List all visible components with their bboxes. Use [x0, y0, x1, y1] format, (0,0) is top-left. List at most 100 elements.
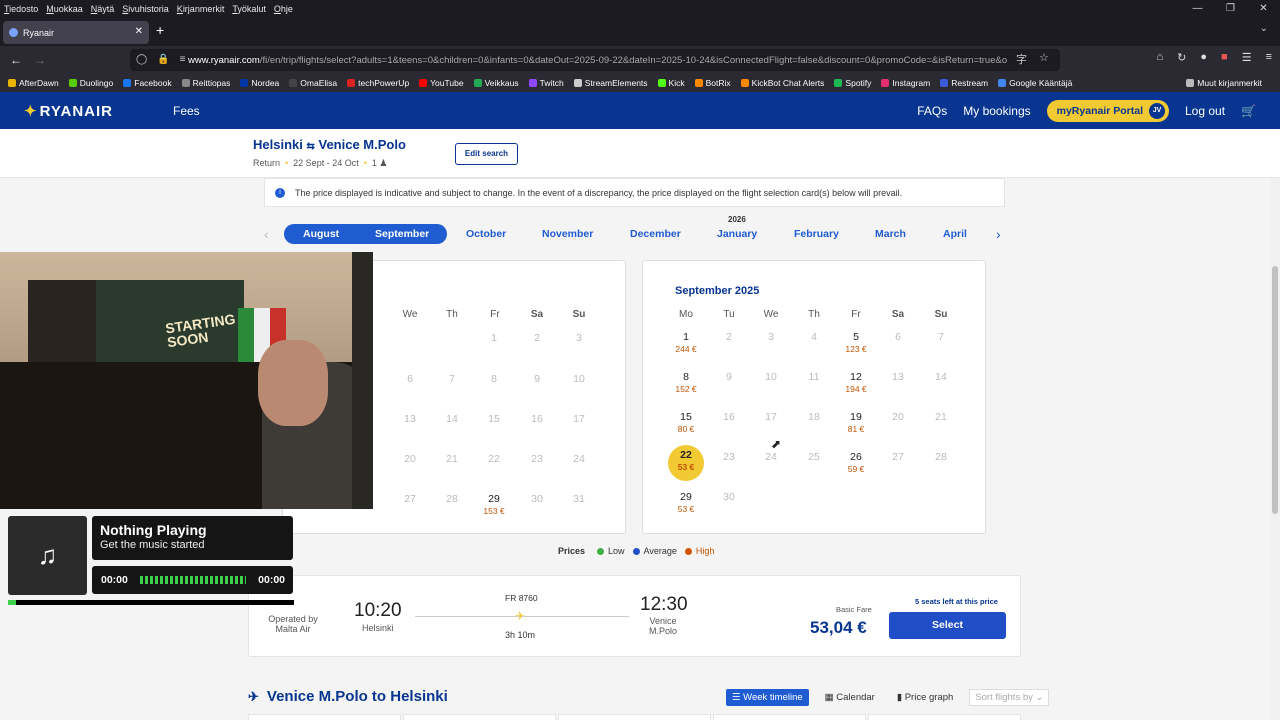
calendar-day[interactable]: 1 244 € [666, 331, 706, 354]
tab-ryanair[interactable]: Ryanair ✕ [3, 21, 149, 44]
bookmark-item[interactable]: Restream [940, 78, 988, 88]
tab-price-graph[interactable]: ▮ Price graph [891, 689, 959, 706]
month-april[interactable]: April [943, 228, 967, 240]
home-icon[interactable]: ⌂ [1157, 51, 1164, 64]
list-tabs-icon[interactable]: ⌄ [1260, 23, 1268, 34]
page-scrollbar[interactable] [1270, 178, 1280, 720]
forward-icon[interactable]: → [28, 53, 52, 67]
calendar-day: 17 [573, 413, 585, 425]
star-icon[interactable]: ☆ [1039, 51, 1049, 67]
url-path: /fi/en/trip/flights/select?adults=1&teen… [259, 54, 1008, 66]
restore-icon[interactable]: ❐ [1214, 0, 1247, 18]
month-november[interactable]: November [542, 228, 593, 240]
month-october[interactable]: October [466, 228, 506, 240]
my-bookings-link[interactable]: My bookings [963, 104, 1030, 118]
extension-icon[interactable]: ● [1200, 51, 1207, 64]
month-august[interactable]: August [303, 228, 339, 240]
menu-icon[interactable]: ≡ [1266, 51, 1272, 64]
calendar-day: 7 [938, 331, 944, 343]
shield-icon[interactable]: ◯ [136, 54, 147, 65]
calendar-day: 9 [534, 373, 540, 385]
bookmark-item[interactable]: Spotify [834, 78, 871, 88]
calendar-day[interactable]: 5 123 € [836, 331, 876, 354]
calendar-day[interactable]: 19 81 € [836, 411, 876, 434]
departure-time: 10:20 [354, 600, 402, 621]
menu-view[interactable]: Näytä [91, 4, 115, 14]
bookmark-item[interactable]: Kick [657, 78, 685, 88]
avatar: JV [1149, 103, 1165, 119]
music-note-icon: ♫ [8, 516, 87, 595]
bookmark-item[interactable]: StreamElements [573, 78, 648, 88]
fare-label: Basic Fare [836, 605, 872, 614]
bookmark-item[interactable]: Nordea [240, 78, 279, 88]
next-month-icon[interactable]: › [996, 226, 1001, 242]
sort-dropdown[interactable]: Sort flights by ⌄ [969, 689, 1050, 706]
bookmark-item[interactable]: Facebook [123, 78, 172, 88]
tab-week-timeline[interactable]: ☰ Week timeline [726, 689, 809, 706]
new-tab-icon[interactable]: + [156, 22, 164, 38]
tab-calendar[interactable]: ▦ Calendar [819, 689, 881, 706]
calendar-day[interactable]: 8 152 € [666, 371, 706, 394]
bookmark-item[interactable]: YouTube [419, 78, 464, 88]
menu-edit[interactable]: Muokkaa [46, 4, 83, 14]
bookmark-item[interactable]: BotRix [694, 78, 731, 88]
edit-search-button[interactable]: Edit search [455, 143, 518, 165]
fees-link[interactable]: Fees [173, 104, 200, 118]
reload-icon[interactable]: ↻ [1177, 51, 1186, 64]
bookmark-item[interactable]: Veikkaus [473, 78, 519, 88]
translate-icon[interactable]: 字 [1016, 51, 1027, 67]
extensions-icon[interactable]: ☰ [1242, 51, 1252, 64]
permissions-icon[interactable]: ≡ [180, 54, 186, 65]
adblock-icon[interactable]: ■ [1221, 51, 1228, 64]
average-dot-icon [632, 547, 640, 555]
month-december[interactable]: December [630, 228, 681, 240]
back-icon[interactable]: ← [4, 53, 28, 67]
trip-summary: Helsinki ⇆ Venice M.Polo Return • 22 Sept … [0, 129, 1280, 178]
calendar-title: September 2025 [675, 285, 760, 297]
flight-card[interactable]: Operated by Malta Air 10:20 Helsinki FR 8… [248, 575, 1021, 657]
close-tab-icon[interactable]: ✕ [135, 26, 143, 37]
bookmark-item[interactable]: Reittiopas [181, 78, 230, 88]
selected-day[interactable]: 22 53 € [668, 445, 704, 481]
calendar-day[interactable]: 29 53 € [666, 491, 706, 514]
calendar-day: 13 [892, 371, 904, 383]
select-flight-button[interactable]: Select [889, 612, 1006, 639]
person-head-image [258, 340, 328, 426]
calendar-day[interactable]: 12 194 € [836, 371, 876, 394]
menu-bookmarks[interactable]: Kirjanmerkit [177, 4, 225, 14]
ryanair-logo[interactable]: ✦ RYANAIR [24, 102, 113, 120]
month-february[interactable]: February [794, 228, 839, 240]
lock-icon[interactable]: 🔒 [157, 54, 169, 65]
calendar-day: 3 [576, 332, 582, 344]
calendar-day: 2 [726, 331, 732, 343]
menu-history[interactable]: Sivuhistoria [122, 4, 169, 14]
bookmark-item[interactable]: OmaElisa [289, 78, 337, 88]
cart-icon[interactable]: 🛒 [1241, 104, 1256, 118]
month-march[interactable]: March [875, 228, 906, 240]
menu-file[interactable]: Tiedosto [4, 4, 38, 14]
month-january[interactable]: January [717, 228, 757, 240]
calendar-day[interactable]: 26 59 € [836, 451, 876, 474]
prev-month-icon[interactable]: ‹ [264, 226, 269, 242]
url-bar[interactable]: www.ryanair.com/fi/en/trip/flights/selec… [130, 49, 1060, 71]
logout-link[interactable]: Log out [1185, 104, 1225, 118]
other-bookmarks[interactable]: Muut kirjanmerkit [1186, 78, 1262, 88]
calendar-day[interactable]: 29 153 € [474, 493, 514, 516]
bookmark-item[interactable]: KickBot Chat Alerts [740, 78, 824, 88]
bookmark-item[interactable]: Google Kääntäjä [998, 78, 1072, 88]
bookmark-item[interactable]: Duolingo [68, 78, 113, 88]
minimize-icon[interactable]: — [1181, 0, 1214, 18]
weekday-label: Tu [723, 309, 735, 320]
bookmark-item[interactable]: techPowerUp [347, 78, 409, 88]
menu-help[interactable]: Ohje [274, 4, 293, 14]
close-window-icon[interactable]: ✕ [1247, 0, 1280, 18]
month-september[interactable]: September [375, 228, 429, 240]
scrollbar-thumb[interactable] [1272, 266, 1278, 514]
faqs-link[interactable]: FAQs [917, 104, 947, 118]
bookmark-item[interactable]: AfterDawn [8, 78, 59, 88]
bookmark-item[interactable]: Instagram [881, 78, 930, 88]
calendar-day[interactable]: 15 80 € [666, 411, 706, 434]
portal-button[interactable]: myRyanair Portal JV [1046, 100, 1169, 122]
menu-tools[interactable]: Työkalut [232, 4, 266, 14]
bookmark-item[interactable]: Twitch [528, 78, 564, 88]
